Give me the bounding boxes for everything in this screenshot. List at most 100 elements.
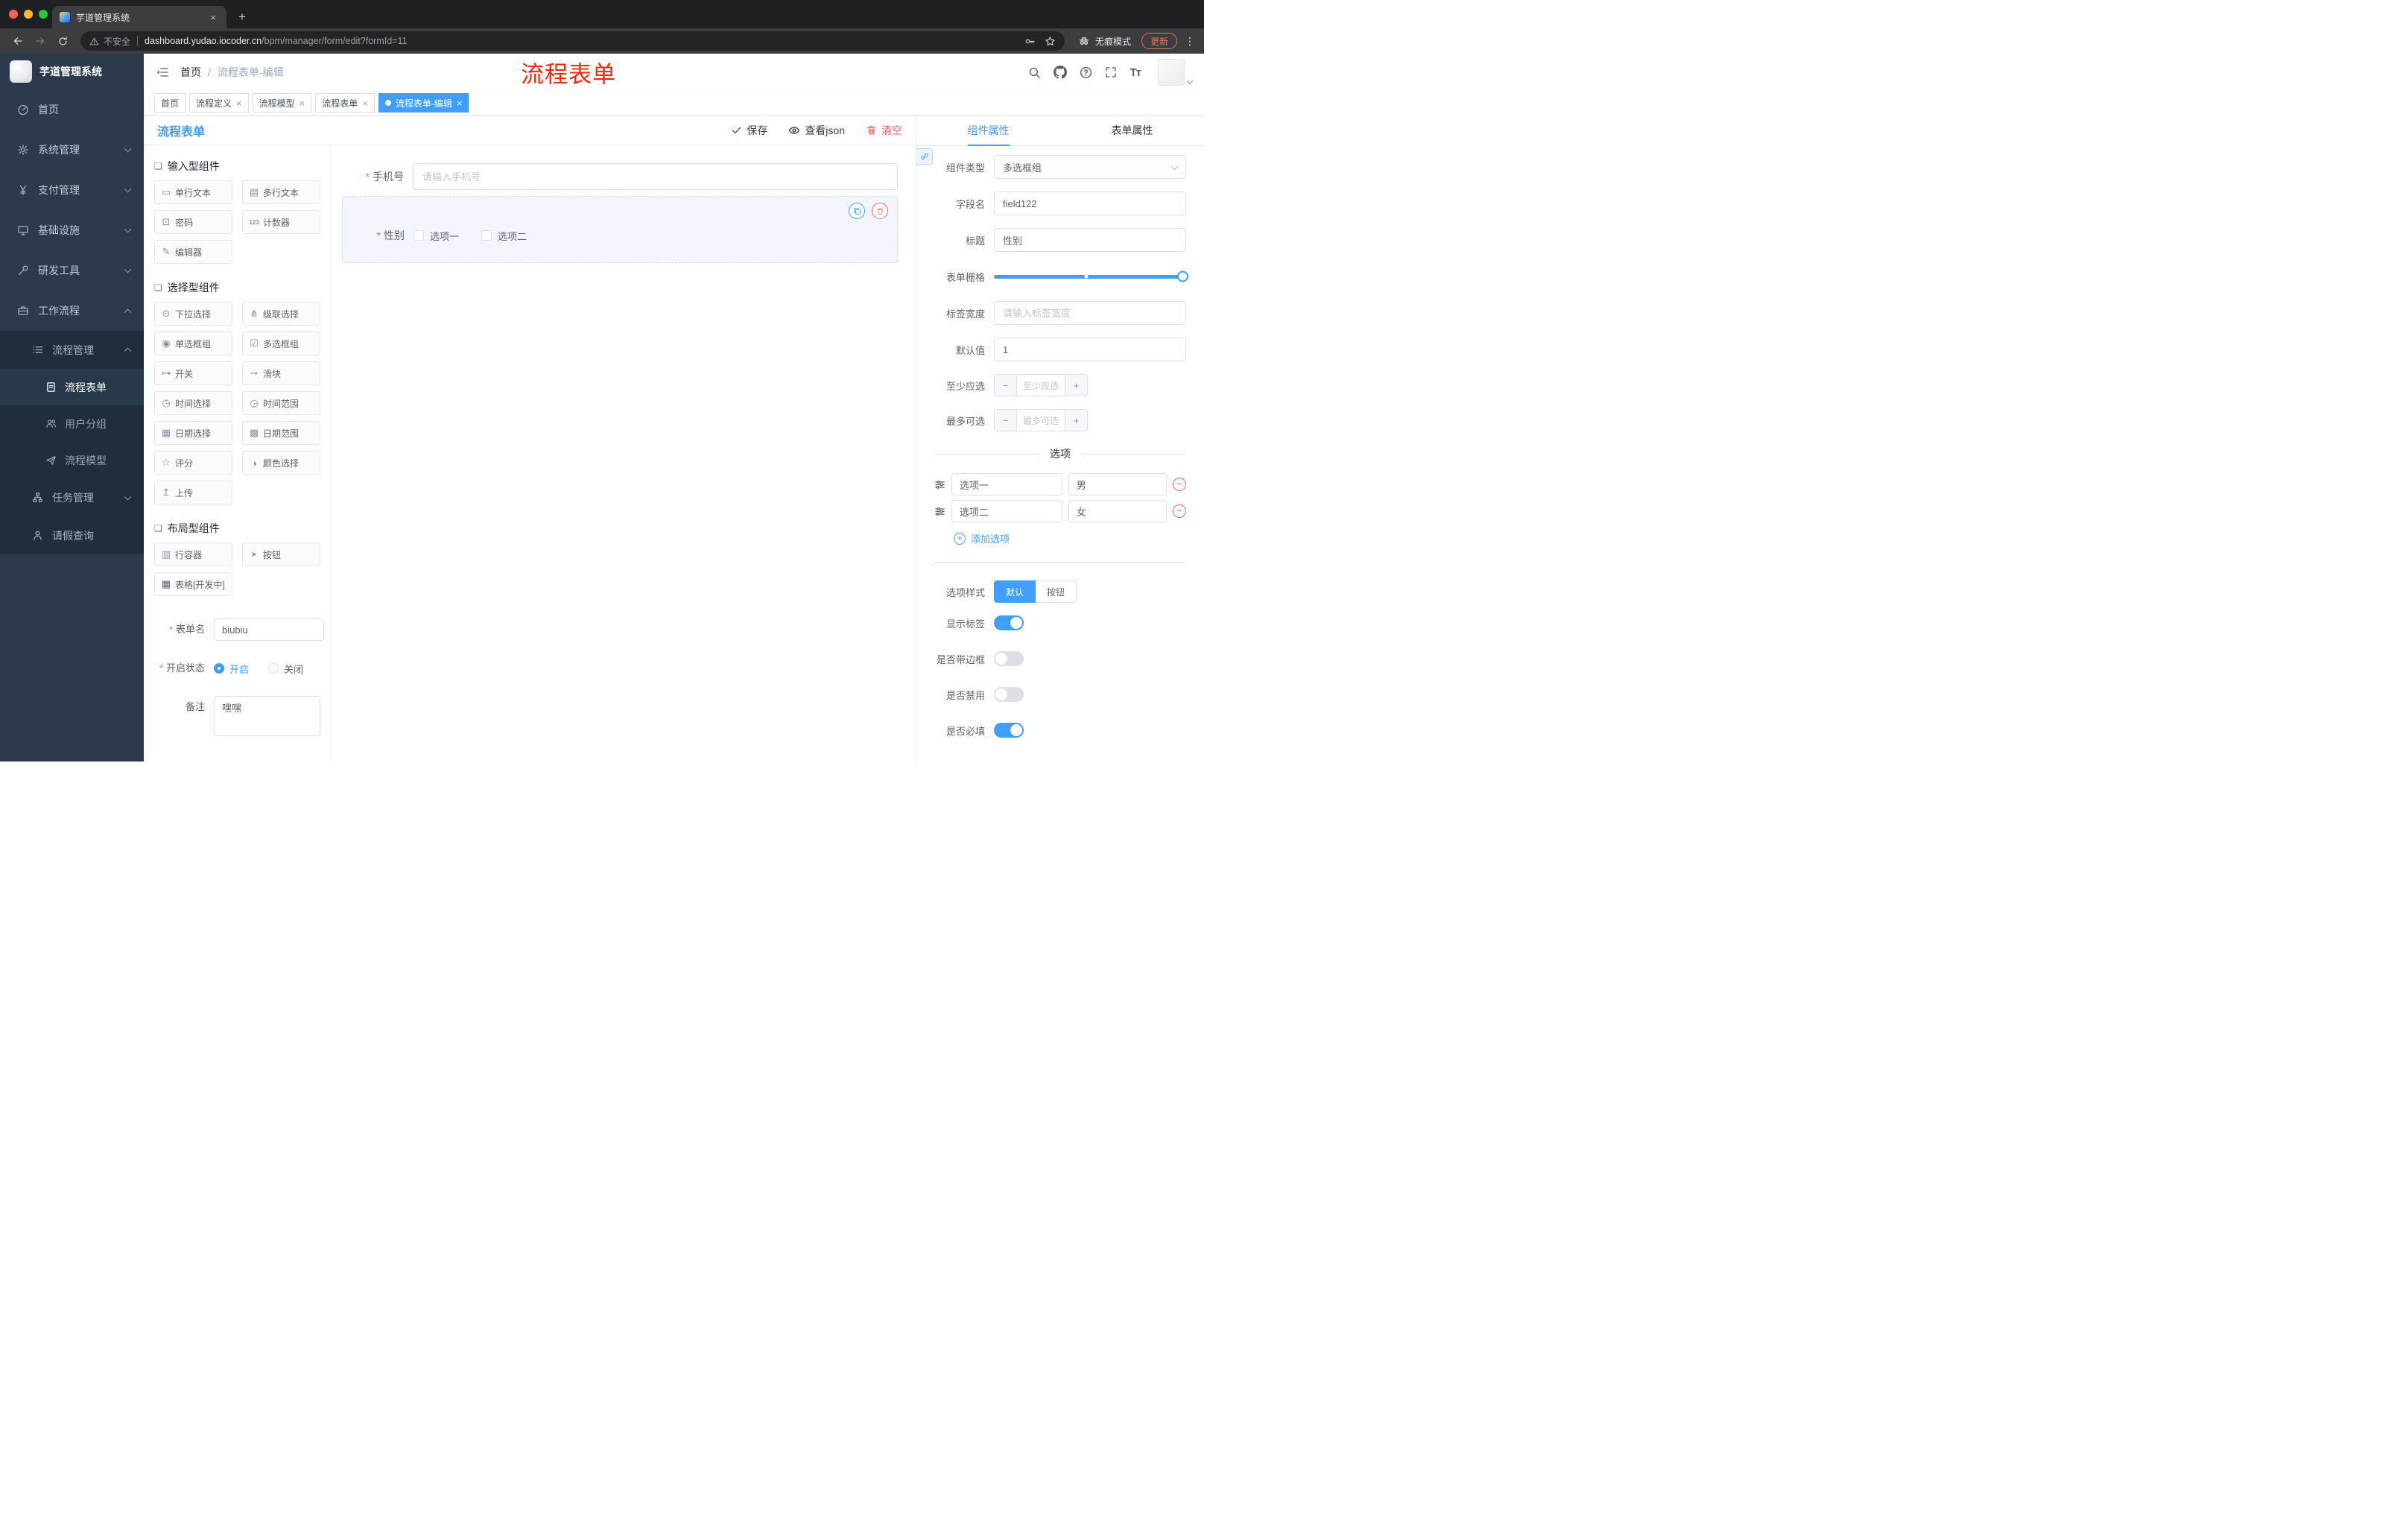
tag-close-icon[interactable] xyxy=(300,98,305,108)
palette-item-password[interactable]: 密码 xyxy=(154,210,232,234)
form-grid-slider[interactable] xyxy=(994,265,1188,288)
remove-option-icon[interactable] xyxy=(1173,504,1186,518)
sidebar-item-payment[interactable]: 支付管理 xyxy=(0,170,144,210)
sidebar-item-home[interactable]: 首页 xyxy=(0,89,144,130)
sidebar-item-leave-query[interactable]: 请假查询 xyxy=(0,516,144,554)
sidebar-item-infra[interactable]: 基础设施 xyxy=(0,210,144,250)
sidebar-item-process-mgmt[interactable]: 流程管理 xyxy=(0,331,144,369)
sidebar-item-task-mgmt[interactable]: 任务管理 xyxy=(0,478,144,516)
max-select-value[interactable]: 最多可选 xyxy=(1016,410,1065,431)
palette-item-checkbox-group[interactable]: 多选框组 xyxy=(242,332,320,355)
option-value-input[interactable] xyxy=(1068,473,1167,495)
save-button[interactable]: 保存 xyxy=(731,123,767,138)
palette-item-select[interactable]: 下拉选择 xyxy=(154,302,232,326)
form-canvas[interactable]: 手机号 xyxy=(332,145,916,762)
option-value-input[interactable] xyxy=(1068,500,1167,522)
tag-process-definition[interactable]: 流程定义 xyxy=(189,93,249,113)
sidebar-item-workflow[interactable]: 工作流程 xyxy=(0,291,144,331)
phone-input[interactable] xyxy=(413,163,898,190)
disabled-toggle[interactable] xyxy=(994,687,1024,702)
forward-button[interactable] xyxy=(30,31,51,51)
palette-item-slider[interactable]: 滑块 xyxy=(242,361,320,385)
option-drag-handle-icon[interactable] xyxy=(934,506,945,517)
add-option-button[interactable]: 添加选项 xyxy=(954,531,1186,545)
delete-widget-button[interactable] xyxy=(872,203,888,219)
palette-item-time-range[interactable]: 时间范围 xyxy=(242,391,320,415)
security-chip[interactable]: 不安全 xyxy=(89,35,130,48)
gender-option-1-checkbox[interactable]: 选项一 xyxy=(414,229,459,243)
required-toggle[interactable] xyxy=(994,723,1024,738)
palette-item-time-picker[interactable]: 时间选择 xyxy=(154,391,232,415)
sidebar-logo-row[interactable]: 芋道管理系统 xyxy=(0,54,144,89)
palette-item-row-container[interactable]: 行容器 xyxy=(154,542,232,566)
option-style-default-button[interactable]: 默认 xyxy=(994,580,1036,603)
palette-item-button[interactable]: 按钮 xyxy=(242,542,320,566)
gender-option-2-checkbox[interactable]: 选项二 xyxy=(481,229,527,243)
sidebar-item-process-model[interactable]: 流程模型 xyxy=(0,442,144,478)
label-width-input[interactable] xyxy=(994,301,1186,325)
component-type-select[interactable]: 多选框组 xyxy=(994,155,1186,179)
remove-option-icon[interactable] xyxy=(1173,478,1186,491)
palette-item-switch[interactable]: 开关 xyxy=(154,361,232,385)
tag-process-model[interactable]: 流程模型 xyxy=(252,93,312,113)
palette-item-date-picker[interactable]: 日期选择 xyxy=(154,421,232,445)
fullscreen-icon[interactable] xyxy=(1105,66,1117,78)
option-label-input[interactable] xyxy=(951,473,1062,495)
palette-item-radio-group[interactable]: 单选框组 xyxy=(154,332,232,355)
password-key-icon[interactable] xyxy=(1024,36,1036,47)
palette-item-upload[interactable]: 上传 xyxy=(154,481,232,504)
stepper-decrease-button[interactable] xyxy=(995,375,1016,396)
palette-item-single-line-input[interactable]: 单行文本 xyxy=(154,180,232,204)
tag-close-icon[interactable] xyxy=(457,98,463,108)
palette-item-rich-editor[interactable]: 编辑器 xyxy=(154,240,232,264)
form-name-input[interactable] xyxy=(214,618,324,641)
sidebar-item-devtools[interactable]: 研发工具 xyxy=(0,250,144,291)
clear-button[interactable]: 清空 xyxy=(866,123,902,138)
tag-close-icon[interactable] xyxy=(362,98,368,108)
stepper-increase-button[interactable] xyxy=(1065,375,1087,396)
address-bar[interactable]: 不安全 dashboard.yudao.iocoder.cn/bpm/manag… xyxy=(80,31,1065,51)
panel-link-button[interactable] xyxy=(916,148,933,165)
status-off-radio[interactable]: 关闭 xyxy=(268,662,303,676)
tab-component-props[interactable]: 组件属性 xyxy=(916,115,1060,145)
back-button[interactable] xyxy=(7,31,28,51)
selected-widget-gender[interactable]: 性别 选项一 选项二 xyxy=(342,196,898,263)
window-close-button[interactable] xyxy=(9,10,18,19)
browser-tab[interactable]: 芋道管理系统 xyxy=(52,6,226,28)
palette-item-color-picker[interactable]: 颜色选择 xyxy=(242,451,320,475)
palette-item-table[interactable]: 表格[开发中] xyxy=(154,572,232,596)
default-value-input[interactable] xyxy=(994,338,1186,361)
user-menu[interactable] xyxy=(1158,59,1194,86)
font-size-icon[interactable]: Tᴛ xyxy=(1129,66,1141,79)
palette-item-multi-line-input[interactable]: 多行文本 xyxy=(242,180,320,204)
option-style-button-button[interactable]: 按钮 xyxy=(1036,580,1077,603)
breadcrumb-home[interactable]: 首页 xyxy=(180,65,201,80)
search-icon[interactable] xyxy=(1028,66,1041,79)
window-minimize-button[interactable] xyxy=(24,10,33,19)
tag-home[interactable]: 首页 xyxy=(154,93,186,113)
palette-item-date-range[interactable]: 日期范围 xyxy=(242,421,320,445)
new-tab-button[interactable] xyxy=(232,7,252,27)
tab-close-icon[interactable] xyxy=(207,11,219,23)
help-icon[interactable] xyxy=(1080,66,1092,79)
stepper-decrease-button[interactable] xyxy=(995,410,1016,431)
option-drag-handle-icon[interactable] xyxy=(934,479,945,490)
sidebar-fold-icon[interactable] xyxy=(156,66,169,79)
title-input[interactable] xyxy=(994,228,1186,252)
tag-close-icon[interactable] xyxy=(236,98,242,108)
github-icon[interactable] xyxy=(1054,66,1068,79)
palette-item-counter[interactable]: 计数器 xyxy=(242,210,320,234)
tab-form-props[interactable]: 表单属性 xyxy=(1060,115,1204,145)
sidebar-item-system[interactable]: 系统管理 xyxy=(0,130,144,170)
window-zoom-button[interactable] xyxy=(39,10,48,19)
view-json-button[interactable]: 查看json xyxy=(788,123,845,138)
canvas-field-phone[interactable]: 手机号 xyxy=(342,163,898,190)
option-label-input[interactable] xyxy=(951,500,1062,522)
tag-process-form-edit[interactable]: 流程表单-编辑 xyxy=(378,93,469,113)
palette-item-rate[interactable]: 评分 xyxy=(154,451,232,475)
sidebar-item-user-group[interactable]: 用户分组 xyxy=(0,405,144,442)
palette-item-cascader[interactable]: 级联选择 xyxy=(242,302,320,326)
show-label-toggle[interactable] xyxy=(994,615,1024,630)
browser-update-button[interactable]: 更新 xyxy=(1141,33,1177,49)
remark-textarea[interactable]: 嘿嘿 xyxy=(214,696,320,736)
